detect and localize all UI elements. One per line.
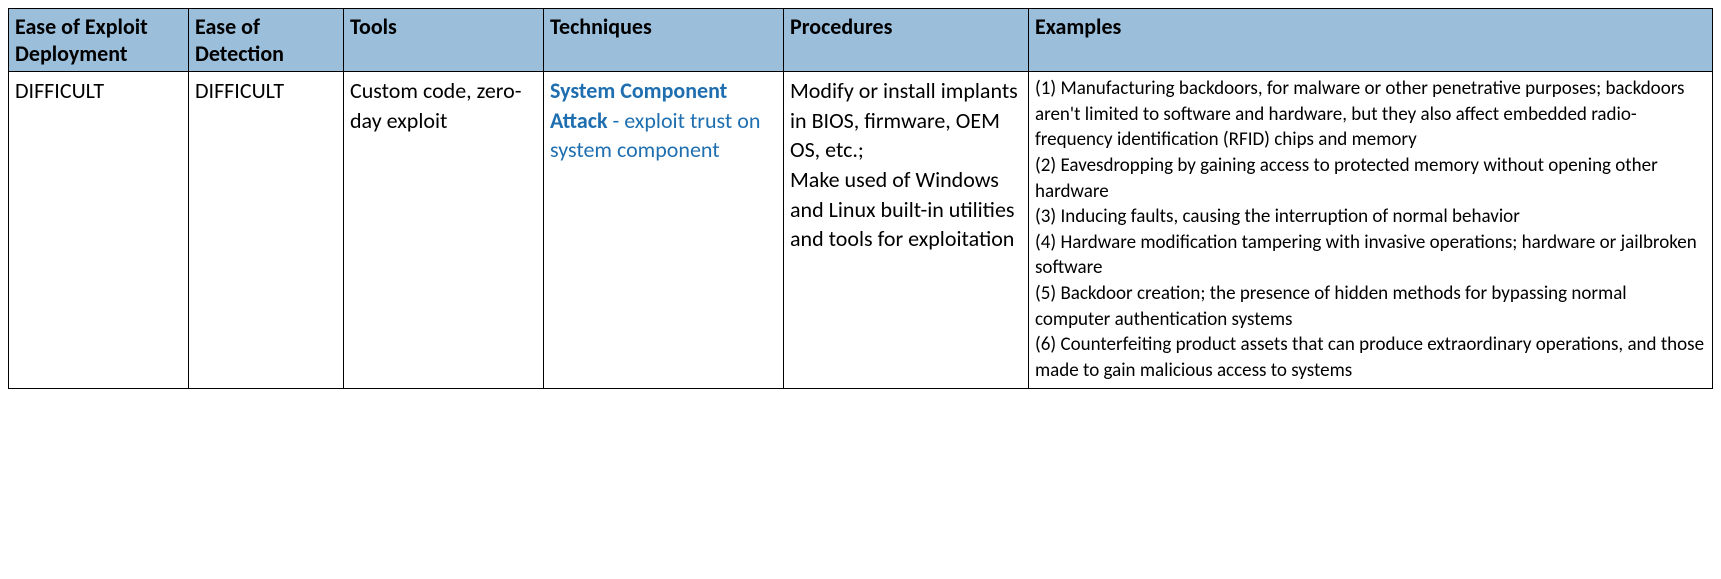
- cell-examples: (1) Manufacturing backdoors, for malware…: [1029, 72, 1713, 389]
- header-deploy: Ease of Exploit Deployment: [9, 9, 189, 72]
- threat-table: Ease of Exploit Deployment Ease of Detec…: [8, 8, 1713, 389]
- procedure-text-2: Make used of Windows and Linux built-in …: [790, 166, 1015, 252]
- header-examples: Examples: [1029, 9, 1713, 72]
- example-item: (3) Inducing faults, causing the interru…: [1035, 204, 1706, 230]
- example-item: (4) Hardware modification tampering with…: [1035, 230, 1706, 281]
- cell-tools: Custom code, zero-day exploit: [344, 72, 544, 389]
- example-item: (5) Backdoor creation; the presence of h…: [1035, 281, 1706, 332]
- cell-detect: DIFFICULT: [189, 72, 344, 389]
- example-item: (6) Counterfeiting product assets that c…: [1035, 332, 1706, 383]
- table-row: DIFFICULT DIFFICULT Custom code, zero-da…: [9, 72, 1713, 389]
- example-item: (1) Manufacturing backdoors, for malware…: [1035, 76, 1706, 153]
- procedure-text-1: Modify or install implants in BIOS, firm…: [790, 77, 1018, 163]
- header-techniques: Techniques: [544, 9, 784, 72]
- header-tools: Tools: [344, 9, 544, 72]
- cell-deploy: DIFFICULT: [9, 72, 189, 389]
- example-item: (2) Eavesdropping by gaining access to p…: [1035, 153, 1706, 204]
- header-detect: Ease of Detection: [189, 9, 344, 72]
- header-procedures: Procedures: [784, 9, 1029, 72]
- cell-procedures: Modify or install implants in BIOS, firm…: [784, 72, 1029, 389]
- table-header-row: Ease of Exploit Deployment Ease of Detec…: [9, 9, 1713, 72]
- cell-techniques: System Component Attack - exploit trust …: [544, 72, 784, 389]
